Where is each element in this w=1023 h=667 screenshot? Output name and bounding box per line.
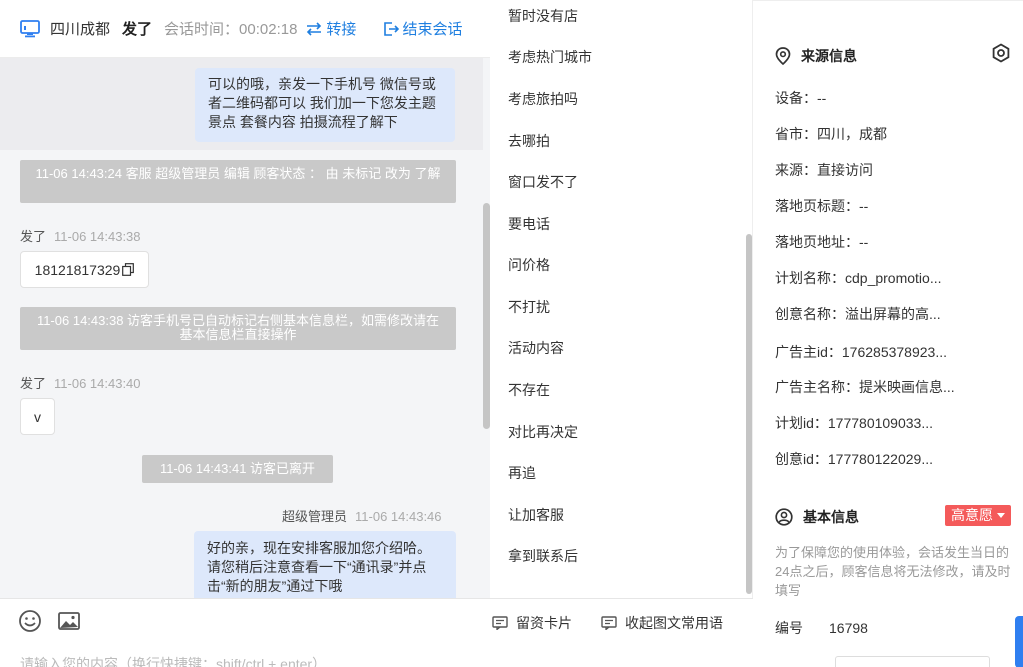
device-row: 设备：-- [775,90,827,106]
transfer-icon [307,21,322,36]
system-phone-message: 11-06 14:43:38 访客手机号已自动标记右侧基本信息栏，如需修改请在基… [20,307,456,350]
chat-panel: 四川成都 发了 会话时间：00:02:18 转接 结束会话 可以的哦，亲发一下手… [0,0,490,667]
agent-message-bubble: 好的亲，现在安排客服加您介绍哈。请您稍后注意查看一下“通讯录”并点击“新的朋友”… [194,531,456,598]
customer-id-value: 16798 [829,620,868,636]
phrase-item[interactable]: 拿到联系后 [508,546,578,566]
next-field-input[interactable] [835,656,990,667]
image-icon[interactable] [57,609,81,633]
intent-level-dropdown[interactable]: 高意愿 [945,505,1011,526]
visitor-name: 发了 [20,229,47,244]
visitor-message-bubble: v [20,398,55,435]
visitor-message-bubble[interactable]: 18121817329 [20,251,149,288]
phrase-item[interactable]: 活动内容 [508,338,564,358]
visitor-meta: 发了 11-06 14:43:40 [20,373,141,392]
visitor-nickname: 发了 [122,21,153,38]
phrase-item[interactable]: 考虑热门城市 [508,47,592,67]
system-status-message: 11-06 14:43:24 客服 超级管理员 编辑 顾客状态 ： 由 未标记 … [20,160,456,203]
advertiser-name-row: 广告主名称：提米映画信息... [775,379,955,395]
agent-meta: 超级管理员 11-06 14:43:46 [282,506,442,525]
end-session-button[interactable]: 结束会话 [383,18,462,39]
chat-workspace: 四川成都 发了 会话时间：00:02:18 转接 结束会话 可以的哦，亲发一下手… [0,0,1023,667]
landing-title-row: 落地页标题：-- [775,198,869,214]
message-list[interactable]: 可以的哦，亲发一下手机号 微信号或者二维码都可以 我们加一下您发主题景点 套餐内… [0,58,490,598]
composer: 留资卡片 收起图文常用语 请输入您的内容（换行快捷键：shift/ctrl + … [0,598,753,667]
settings-icon[interactable] [991,43,1011,63]
phrase-scrollbar[interactable] [746,234,752,594]
visitor-meta: 发了 11-06 14:43:38 [20,226,141,245]
system-left-message: 11-06 14:43:41 访客已离开 [142,455,333,483]
phrase-item[interactable]: 不存在 [508,380,550,400]
plan-id-row: 计划id：177780109033... [775,415,933,431]
collapse-phrases-label: 收起图文常用语 [625,615,723,631]
card-icon [492,616,508,630]
phrase-item[interactable]: 暂时没有店 [508,6,578,26]
agent-name: 超级管理员 [282,509,348,524]
chat-scrollbar[interactable] [483,203,490,429]
visitor-phone-text: 18121817329 [34,261,121,278]
edit-deadline-notice: 为了保障您的使用体验，会话发生当日的24点之后，顾客信息将无法修改，请及时填写 [775,545,1011,598]
message-input[interactable]: 请输入您的内容（换行快捷键：shift/ctrl + enter） [20,654,326,667]
region-row: 省市：四川，成都 [775,126,887,142]
phrase-item[interactable]: 问价格 [508,255,550,275]
phrase-item[interactable]: 考虑旅拍吗 [508,89,578,109]
copy-icon[interactable] [122,263,135,276]
phrase-item[interactable]: 让加客服 [508,505,564,525]
transfer-label: 转接 [326,21,357,38]
chevron-down-icon [997,513,1005,518]
lead-card-button[interactable]: 留资卡片 [492,613,572,633]
side-tab[interactable] [1015,616,1023,667]
emoji-icon[interactable] [18,609,42,633]
landing-url-row: 落地页地址：-- [775,234,869,250]
phrase-item[interactable]: 不打扰 [508,297,550,317]
session-duration: 会话时间：00:02:18 [164,21,298,38]
intent-level-label: 高意愿 [951,507,993,523]
source-info-header: 来源信息 [775,46,857,66]
phrase-item[interactable]: 再追 [508,463,536,483]
location-pin-icon [775,47,791,65]
phrase-item[interactable]: 去哪拍 [508,131,550,151]
monitor-icon [20,19,40,37]
message-icon [601,616,617,630]
customer-id-label: 编号 [775,620,803,636]
message-time: 11-06 14:43:38 [54,229,141,244]
message-time: 11-06 14:43:46 [355,509,442,524]
source-info-title: 来源信息 [801,48,857,64]
phrase-item[interactable]: 对比再决定 [508,422,578,442]
visitor-name: 发了 [20,376,47,391]
plan-name-row: 计划名称：cdp_promotio... [775,270,942,286]
advertiser-id-row: 广告主id：176285378923... [775,344,947,360]
visitor-info-panel: 来源信息 设备：-- 省市：四川，成都 来源：直接访问 落地页标题：-- 落地页… [753,0,1023,667]
user-circle-icon [775,508,793,526]
lead-card-label: 留资卡片 [516,615,572,631]
creative-id-row: 创意id：177780122029... [775,451,933,467]
transfer-button[interactable]: 转接 [305,18,356,39]
source-row: 来源：直接访问 [775,162,873,178]
chat-header: 四川成都 发了 会话时间：00:02:18 转接 结束会话 [0,0,490,58]
visitor-location: 四川成都 [50,21,111,38]
quick-phrase-list[interactable]: 暂时没有店 考虑热门城市 考虑旅拍吗 去哪拍 窗口发不了 要电话 问价格 不打扰… [490,0,753,598]
agent-message-bubble: 可以的哦，亲发一下手机号 微信号或者二维码都可以 我们加一下您发主题景点 套餐内… [195,68,455,142]
phrase-item[interactable]: 窗口发不了 [508,172,578,192]
collapse-phrases-button[interactable]: 收起图文常用语 [601,613,723,633]
creative-name-row: 创意名称：溢出屏幕的高... [775,306,941,322]
basic-info-header: 基本信息 [775,507,859,527]
basic-info-title: 基本信息 [803,509,859,525]
end-session-label: 结束会话 [402,21,463,38]
phrase-item[interactable]: 要电话 [508,214,550,234]
message-time: 11-06 14:43:40 [54,376,141,391]
customer-id-row: 编号 16798 [775,618,868,638]
logout-icon [384,21,400,36]
